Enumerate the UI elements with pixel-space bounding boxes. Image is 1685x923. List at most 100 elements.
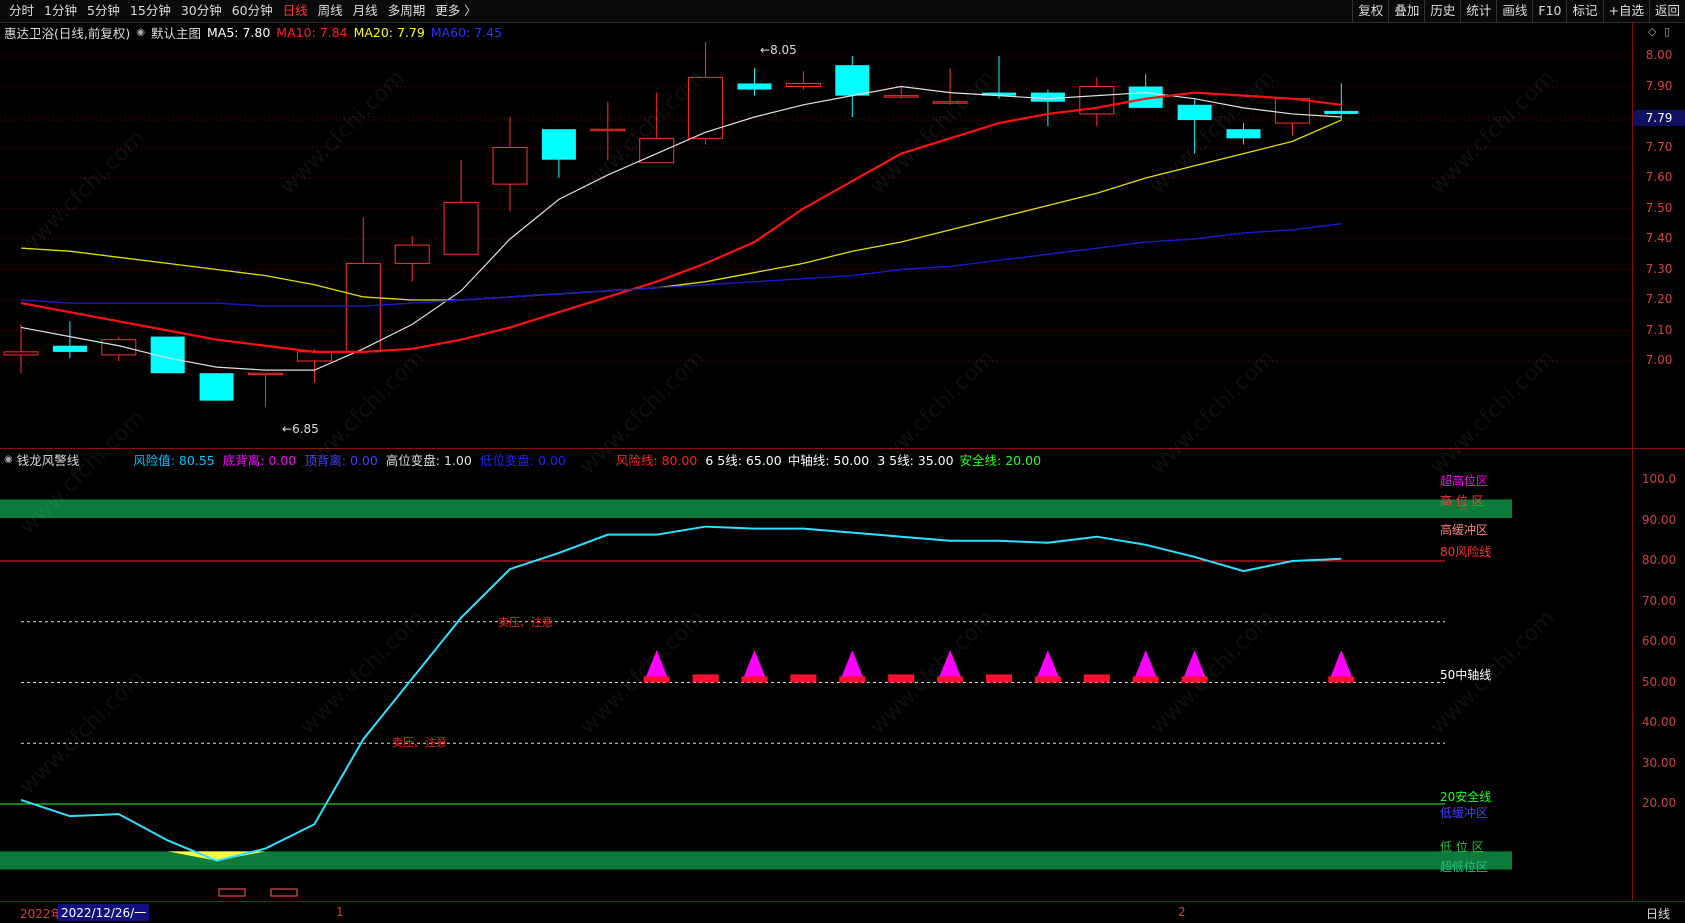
indicator-axis-label: 100.0 bbox=[1641, 472, 1677, 486]
period-tab-2[interactable]: 5分钟 bbox=[82, 0, 125, 22]
period-tab-4[interactable]: 30分钟 bbox=[176, 0, 227, 22]
action-button-3[interactable]: 统计 bbox=[1460, 0, 1496, 22]
period-tab-5[interactable]: 60分钟 bbox=[227, 0, 278, 22]
main-chart-header: 惠达卫浴(日线,前复权) ◉ 默认主图 MA5: 7.80 MA10: 7.84… bbox=[0, 22, 508, 42]
period-indicator[interactable]: 日线 bbox=[1646, 905, 1670, 922]
zone-safe-line: 20安全线 bbox=[1440, 790, 1492, 804]
price-axis-label: 7.10 bbox=[1645, 322, 1673, 337]
ma-line-ma60 bbox=[20, 223, 1342, 307]
candle-body-17 bbox=[835, 65, 870, 96]
risk-indicator-chart[interactable] bbox=[0, 469, 1632, 901]
marker-box-1 bbox=[218, 888, 246, 897]
annotation-sell-pressure-2: 卖压、注意 bbox=[392, 736, 447, 749]
signal-base-8 bbox=[1034, 676, 1061, 683]
last-price-tag: 7.79 bbox=[1633, 110, 1685, 126]
candle-body-5 bbox=[248, 372, 283, 376]
candle-body-27 bbox=[1324, 110, 1359, 114]
param-risk-line: 风险线: 80.00 bbox=[615, 452, 698, 468]
period-tabs: 分时 1分钟 5分钟 15分钟 30分钟 60分钟 日线 周线 月线 多周期 更多 〉 bbox=[4, 0, 482, 22]
main-chart-name[interactable]: 默认主图 bbox=[151, 23, 201, 42]
period-tab-7[interactable]: 周线 bbox=[313, 0, 348, 22]
param-high-change: 高位变盘: 1.00 bbox=[385, 452, 472, 468]
zone-risk-line: 80风险线 bbox=[1440, 545, 1492, 559]
dropdown-icon[interactable]: ◉ bbox=[136, 27, 145, 38]
low-price-value: 6.85 bbox=[292, 422, 319, 436]
indicator-axis-label: 20.00 bbox=[1641, 796, 1677, 810]
param-65-line: 6 5线: 65.00 bbox=[705, 452, 782, 468]
candle-body-8 bbox=[394, 244, 430, 264]
indicator-axis[interactable]: 100.0 90.00 80.00 70.00 60.00 50.00 40.00 30.00… bbox=[1632, 449, 1685, 901]
signal-base-12 bbox=[1328, 676, 1355, 683]
action-button-1[interactable]: 叠加 bbox=[1388, 0, 1424, 22]
candle-body-26 bbox=[1274, 98, 1310, 124]
period-tab-10[interactable]: 更多 〉 bbox=[430, 0, 481, 22]
zone-high: 高 位 区 bbox=[1440, 494, 1484, 508]
signal-base-4 bbox=[839, 676, 866, 683]
action-button-5[interactable]: F10 bbox=[1532, 0, 1566, 22]
price-axis-label: 7.50 bbox=[1645, 200, 1673, 215]
candlestick-chart[interactable] bbox=[0, 42, 1632, 448]
time-axis[interactable]: 2022年 2022/12/26/一 1 2 日线 bbox=[0, 901, 1685, 923]
param-low-change: 低位变盘: 0.00 bbox=[479, 452, 566, 468]
low-price-mark: ←6.85 bbox=[282, 422, 319, 436]
period-tab-6[interactable]: 日线 bbox=[278, 0, 313, 22]
period-tab-3[interactable]: 15分钟 bbox=[125, 0, 176, 22]
collapse-icon[interactable]: ◉ bbox=[4, 454, 13, 465]
candle-body-24 bbox=[1177, 104, 1212, 121]
candle-body-16 bbox=[785, 82, 821, 88]
signal-bar-3 bbox=[790, 674, 817, 683]
price-axis-label: 7.60 bbox=[1645, 170, 1673, 184]
candle-body-12 bbox=[590, 128, 626, 132]
zone-high-buffer: 高缓冲区 bbox=[1440, 523, 1489, 537]
period-toolbar: 分时 1分钟 5分钟 15分钟 30分钟 60分钟 日线 周线 月线 多周期 更多 〉 复权 叠加 历史… bbox=[0, 0, 1685, 23]
candle-body-21 bbox=[1030, 92, 1065, 102]
price-axis-label: 8.00 bbox=[1645, 48, 1673, 62]
cursor-date: 2022/12/26/一 bbox=[58, 904, 150, 921]
price-axis-label: 7.90 bbox=[1645, 78, 1673, 93]
period-tab-8[interactable]: 月线 bbox=[348, 0, 383, 22]
price-axis[interactable]: 8.007.907.807.707.607.507.407.307.207.10… bbox=[1632, 22, 1685, 448]
price-axis-label: 7.00 bbox=[1645, 353, 1673, 367]
param-bottom-divergence: 底背离: 0.00 bbox=[222, 452, 297, 468]
indicator-axis-label: 90.00 bbox=[1641, 512, 1677, 527]
param-safe-line: 安全线: 20.00 bbox=[959, 452, 1042, 468]
candle-body-9 bbox=[443, 201, 479, 255]
indicator-axis-label: 40.00 bbox=[1641, 715, 1677, 729]
indicator-axis-label: 60.00 bbox=[1641, 634, 1677, 648]
action-button-8[interactable]: 返回 bbox=[1648, 0, 1685, 22]
action-button-0[interactable]: 复权 bbox=[1352, 0, 1388, 22]
indicator-axis-label: 70.00 bbox=[1641, 593, 1677, 608]
high-price-value: 8.05 bbox=[770, 43, 797, 57]
action-button-2[interactable]: 历史 bbox=[1424, 0, 1460, 22]
signal-base-10 bbox=[1132, 676, 1159, 683]
ma-line-ma10 bbox=[20, 91, 1342, 353]
signal-base-2 bbox=[741, 676, 768, 683]
period-tab-0[interactable]: 分时 bbox=[4, 0, 39, 22]
candle-body-10 bbox=[492, 147, 528, 185]
signal-bar-9 bbox=[1083, 674, 1110, 683]
candle-body-11 bbox=[541, 129, 576, 160]
action-button-4[interactable]: 画线 bbox=[1496, 0, 1532, 22]
period-tab-9[interactable]: 多周期 bbox=[383, 0, 431, 22]
marker-box-2 bbox=[270, 888, 298, 897]
risk-value-line bbox=[20, 525, 1342, 862]
signal-bar-7 bbox=[986, 674, 1012, 683]
price-axis-label: 7.20 bbox=[1645, 292, 1673, 306]
year-label: 2022年 bbox=[20, 907, 63, 921]
action-button-6[interactable]: 标记 bbox=[1566, 0, 1602, 22]
action-buttons: 复权 叠加 历史 统计 画线 F10 标记 +自选 返回 bbox=[1352, 0, 1685, 22]
zone-low: 低 位 区 bbox=[1440, 840, 1484, 854]
ma20-label: MA20: 7.79 bbox=[353, 24, 425, 40]
ma60-label: MA60: 7.45 bbox=[430, 24, 503, 40]
indicator-axis-label: 80.00 bbox=[1641, 553, 1677, 567]
zone-super-low: 超低位区 bbox=[1440, 860, 1489, 874]
stock-title[interactable]: 惠达卫浴(日线,前复权) bbox=[4, 23, 130, 42]
ma5-label: MA5: 7.80 bbox=[206, 24, 271, 40]
param-risk-value: 风险值: 80.55 bbox=[133, 452, 215, 468]
candle-body-15 bbox=[737, 83, 772, 90]
candle-body-4 bbox=[199, 373, 234, 401]
zone-low-buffer: 低缓冲区 bbox=[1440, 806, 1489, 820]
period-tab-1[interactable]: 1分钟 bbox=[39, 0, 82, 22]
candle-body-0 bbox=[3, 351, 39, 356]
action-button-7[interactable]: +自选 bbox=[1602, 0, 1649, 22]
